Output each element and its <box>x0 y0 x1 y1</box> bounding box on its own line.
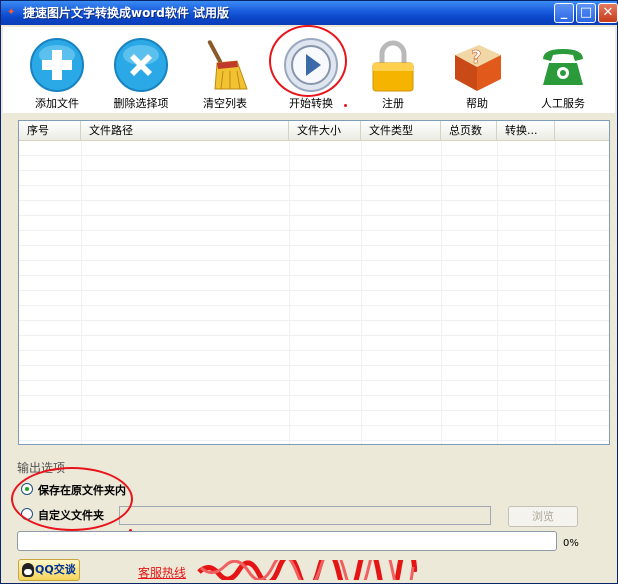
table-row[interactable] <box>19 246 609 261</box>
plus-icon <box>30 38 84 92</box>
window-title: 捷速图片文字转换成word软件 试用版 <box>23 6 230 20</box>
qq-penguin-icon <box>22 563 34 577</box>
manual-service-label: 人工服务 <box>541 97 585 110</box>
phone-icon <box>543 49 583 85</box>
table-row[interactable] <box>19 141 609 156</box>
help-book-icon: ? <box>455 45 501 91</box>
table-row[interactable] <box>19 366 609 381</box>
delete-selected-label: 删除选择项 <box>113 97 169 110</box>
output-options-title: 输出选项 <box>17 461 66 475</box>
table-row[interactable] <box>19 351 609 366</box>
close-icon: ✕ <box>602 5 614 20</box>
column-status[interactable]: 转换... <box>497 121 555 141</box>
table-row[interactable] <box>19 276 609 291</box>
close-button[interactable]: ✕ <box>598 3 618 23</box>
help-button[interactable]: ? 帮助 <box>435 27 519 113</box>
maximize-button[interactable]: □ <box>576 3 596 23</box>
hotline-link[interactable]: 客服热线 <box>138 564 186 581</box>
x-icon <box>114 38 168 92</box>
help-label: 帮助 <box>466 97 488 110</box>
table-row[interactable] <box>19 426 609 441</box>
svg-text:?: ? <box>471 47 481 68</box>
table-row[interactable] <box>19 156 609 171</box>
file-list[interactable]: 序号 文件路径 文件大小 文件类型 总页数 转换... <box>18 120 610 445</box>
add-file-button[interactable]: 添加文件 <box>15 27 99 113</box>
column-size[interactable]: 文件大小 <box>289 121 361 141</box>
table-row[interactable] <box>19 216 609 231</box>
table-row[interactable] <box>19 201 609 216</box>
clear-list-label: 清空列表 <box>203 97 247 110</box>
file-list-header: 序号 文件路径 文件大小 文件类型 总页数 转换... <box>19 121 609 141</box>
maximize-icon: □ <box>579 5 593 20</box>
radio-save-original[interactable] <box>21 483 33 495</box>
custom-folder-input[interactable] <box>119 506 491 525</box>
add-file-label: 添加文件 <box>35 97 79 110</box>
app-icon: ✦ <box>7 7 16 18</box>
radio-save-original-label[interactable]: 保存在原文件夹内 <box>38 482 126 498</box>
table-row[interactable] <box>19 396 609 411</box>
column-pages[interactable]: 总页数 <box>441 121 497 141</box>
toolbar: 添加文件 删除选择项 清空列表 开始转换 注册 ? 帮助 人工服务 <box>3 27 615 113</box>
radio-custom-folder-label[interactable]: 自定义文件夹 <box>38 507 104 523</box>
qq-chat-label: QQ交谈 <box>35 563 76 576</box>
table-row[interactable] <box>19 381 609 396</box>
broom-icon <box>207 40 248 90</box>
table-row[interactable] <box>19 231 609 246</box>
progress-percent: 0% <box>563 538 579 549</box>
delete-selected-button[interactable]: 删除选择项 <box>99 27 183 113</box>
file-list-rows <box>19 141 609 441</box>
table-row[interactable] <box>19 291 609 306</box>
start-convert-label: 开始转换 <box>289 97 333 110</box>
table-row[interactable] <box>19 171 609 186</box>
annotation-dot <box>344 104 347 107</box>
browse-button[interactable]: 浏览 <box>508 506 578 527</box>
minimize-icon: _ <box>560 5 568 20</box>
table-row[interactable] <box>19 336 609 351</box>
table-row[interactable] <box>19 411 609 426</box>
manual-service-button[interactable]: 人工服务 <box>521 27 605 113</box>
table-row[interactable] <box>19 261 609 276</box>
redacted-scribble <box>197 560 417 580</box>
qq-chat-button[interactable]: QQ交谈 <box>18 559 80 581</box>
clear-list-button[interactable]: 清空列表 <box>183 27 267 113</box>
play-icon <box>284 38 338 92</box>
column-type[interactable]: 文件类型 <box>361 121 441 141</box>
register-label: 注册 <box>382 97 404 110</box>
register-button[interactable]: 注册 <box>351 27 435 113</box>
column-path[interactable]: 文件路径 <box>81 121 289 141</box>
lock-icon <box>372 40 414 92</box>
column-index[interactable]: 序号 <box>19 121 81 141</box>
radio-custom-folder[interactable] <box>21 508 33 520</box>
start-convert-button[interactable]: 开始转换 <box>269 27 353 113</box>
table-row[interactable] <box>19 186 609 201</box>
app-window: ✦ 捷速图片文字转换成word软件 试用版 _ □ ✕ 添加文件 删除选择项 清… <box>0 0 618 584</box>
progress-bar <box>17 531 557 551</box>
minimize-button[interactable]: _ <box>554 3 574 23</box>
table-row[interactable] <box>19 321 609 336</box>
title-bar[interactable]: ✦ 捷速图片文字转换成word软件 试用版 _ □ ✕ <box>1 1 618 25</box>
table-row[interactable] <box>19 306 609 321</box>
